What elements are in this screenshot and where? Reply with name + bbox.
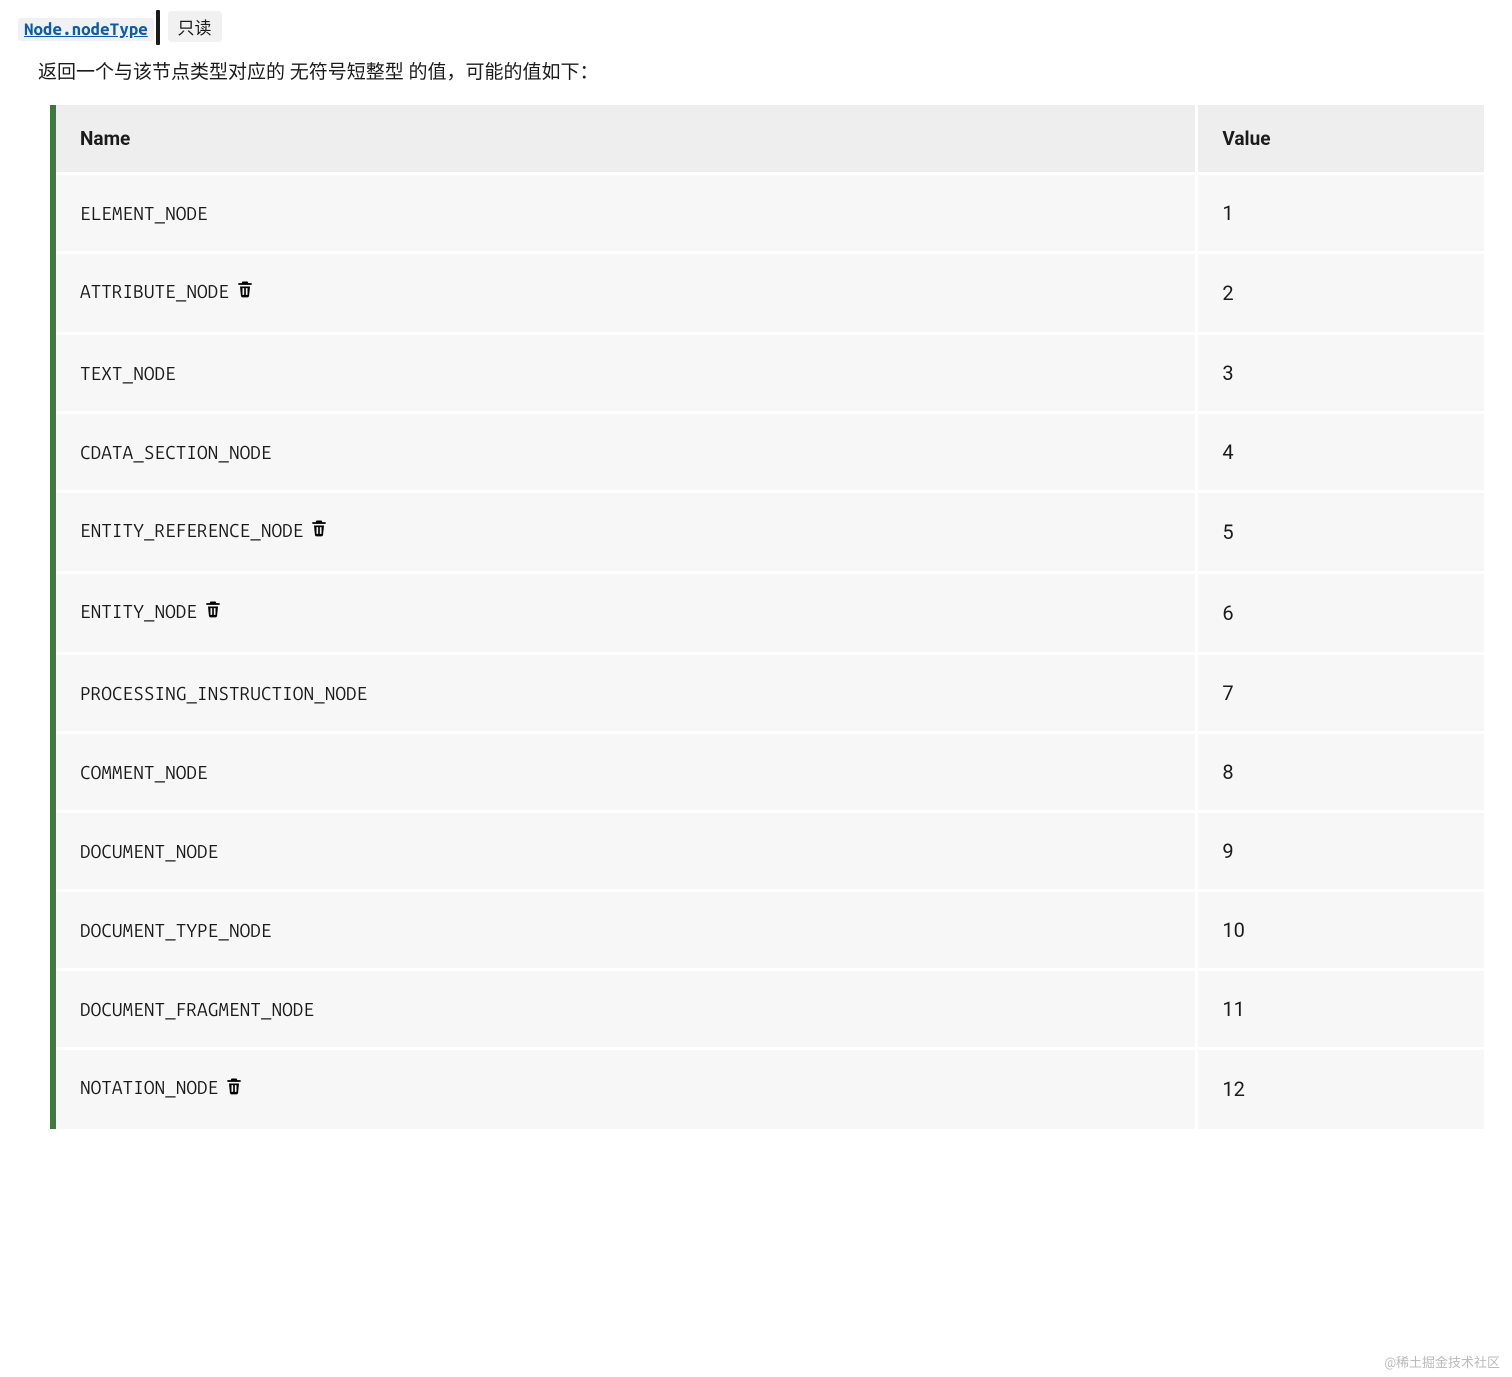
node-type-value-cell: 11: [1198, 971, 1484, 1050]
node-type-name: ATTRIBUTE_NODE: [80, 280, 229, 302]
node-type-name: CDATA_SECTION_NODE: [80, 441, 272, 463]
table-row: PROCESSING_INSTRUCTION_NODE 7: [56, 655, 1484, 734]
trash-icon: [235, 278, 255, 304]
description-text: 返回一个与该节点类型对应的 无符号短整型 的值，可能的值如下：: [38, 55, 1494, 89]
node-type-table: Name Value ELEMENT_NODE1ATTRIBUTE_NODE2T…: [56, 105, 1484, 1128]
node-type-name: TEXT_NODE: [80, 362, 176, 384]
node-type-value-cell: 7: [1198, 655, 1484, 734]
node-type-name: COMMENT_NODE: [80, 761, 208, 783]
trash-icon: [203, 598, 223, 624]
node-type-value-cell: 10: [1198, 892, 1484, 971]
node-type-name: ENTITY_NODE: [80, 600, 197, 622]
node-type-value-cell: 6: [1198, 574, 1484, 655]
column-header-value: Value: [1198, 105, 1484, 175]
table-row: COMMENT_NODE 8: [56, 734, 1484, 813]
node-type-name: ENTITY_REFERENCE_NODE: [80, 519, 303, 541]
node-type-name-cell: ELEMENT_NODE: [56, 175, 1198, 254]
description-emph: 无符号短整型: [290, 60, 409, 83]
table-header-row: Name Value: [56, 105, 1484, 175]
table-row: DOCUMENT_NODE 9: [56, 813, 1484, 892]
trash-icon: [224, 1075, 244, 1101]
watermark-text: @稀土掘金技术社区: [1384, 1352, 1500, 1371]
node-type-value-cell: 9: [1198, 813, 1484, 892]
node-type-name: DOCUMENT_NODE: [80, 840, 218, 862]
node-type-name-cell: DOCUMENT_NODE: [56, 813, 1198, 892]
node-type-name: NOTATION_NODE: [80, 1076, 218, 1098]
node-type-name: PROCESSING_INSTRUCTION_NODE: [80, 682, 367, 704]
description-suffix: 的值，可能的值如下：: [408, 60, 598, 83]
table-row: NOTATION_NODE 12: [56, 1050, 1484, 1128]
table-row: DOCUMENT_FRAGMENT_NODE 11: [56, 971, 1484, 1050]
node-type-value-cell: 4: [1198, 414, 1484, 493]
node-type-value-cell: 3: [1198, 335, 1484, 414]
node-type-table-container: Name Value ELEMENT_NODE1ATTRIBUTE_NODE2T…: [50, 105, 1484, 1128]
node-type-name: DOCUMENT_FRAGMENT_NODE: [80, 998, 314, 1020]
node-type-value-cell: 12: [1198, 1050, 1484, 1128]
node-type-value-cell: 1: [1198, 175, 1484, 254]
header-line: Node.nodeType 只读: [18, 12, 1494, 43]
node-type-name-cell: COMMENT_NODE: [56, 734, 1198, 813]
table-row: ELEMENT_NODE 1: [56, 175, 1484, 254]
node-type-name-cell: NOTATION_NODE: [56, 1050, 1198, 1128]
column-header-name: Name: [56, 105, 1198, 175]
table-row: CDATA_SECTION_NODE 4: [56, 414, 1484, 493]
node-type-name-cell: DOCUMENT_FRAGMENT_NODE: [56, 971, 1198, 1050]
readonly-wrapper: 只读: [162, 12, 222, 43]
table-row: ATTRIBUTE_NODE 2: [56, 254, 1484, 335]
table-row: DOCUMENT_TYPE_NODE 10: [56, 892, 1484, 971]
node-type-value-cell: 2: [1198, 254, 1484, 335]
node-type-name: DOCUMENT_TYPE_NODE: [80, 919, 272, 941]
node-type-name-cell: PROCESSING_INSTRUCTION_NODE: [56, 655, 1198, 734]
description-prefix: 返回一个与该节点类型对应的: [38, 60, 290, 83]
node-type-name-cell: ENTITY_NODE: [56, 574, 1198, 655]
table-row: TEXT_NODE 3: [56, 335, 1484, 414]
table-row: ENTITY_NODE 6: [56, 574, 1484, 655]
node-type-name-cell: ATTRIBUTE_NODE: [56, 254, 1198, 335]
readonly-badge: 只读: [168, 11, 222, 42]
table-row: ENTITY_REFERENCE_NODE 5: [56, 493, 1484, 574]
node-type-link[interactable]: Node.nodeType: [18, 18, 154, 41]
node-type-name-cell: CDATA_SECTION_NODE: [56, 414, 1198, 493]
node-type-value-cell: 8: [1198, 734, 1484, 813]
trash-icon: [309, 517, 329, 543]
node-type-name-cell: DOCUMENT_TYPE_NODE: [56, 892, 1198, 971]
node-type-name: ELEMENT_NODE: [80, 202, 208, 224]
node-type-value-cell: 5: [1198, 493, 1484, 574]
node-type-name-cell: TEXT_NODE: [56, 335, 1198, 414]
node-type-name-cell: ENTITY_REFERENCE_NODE: [56, 493, 1198, 574]
